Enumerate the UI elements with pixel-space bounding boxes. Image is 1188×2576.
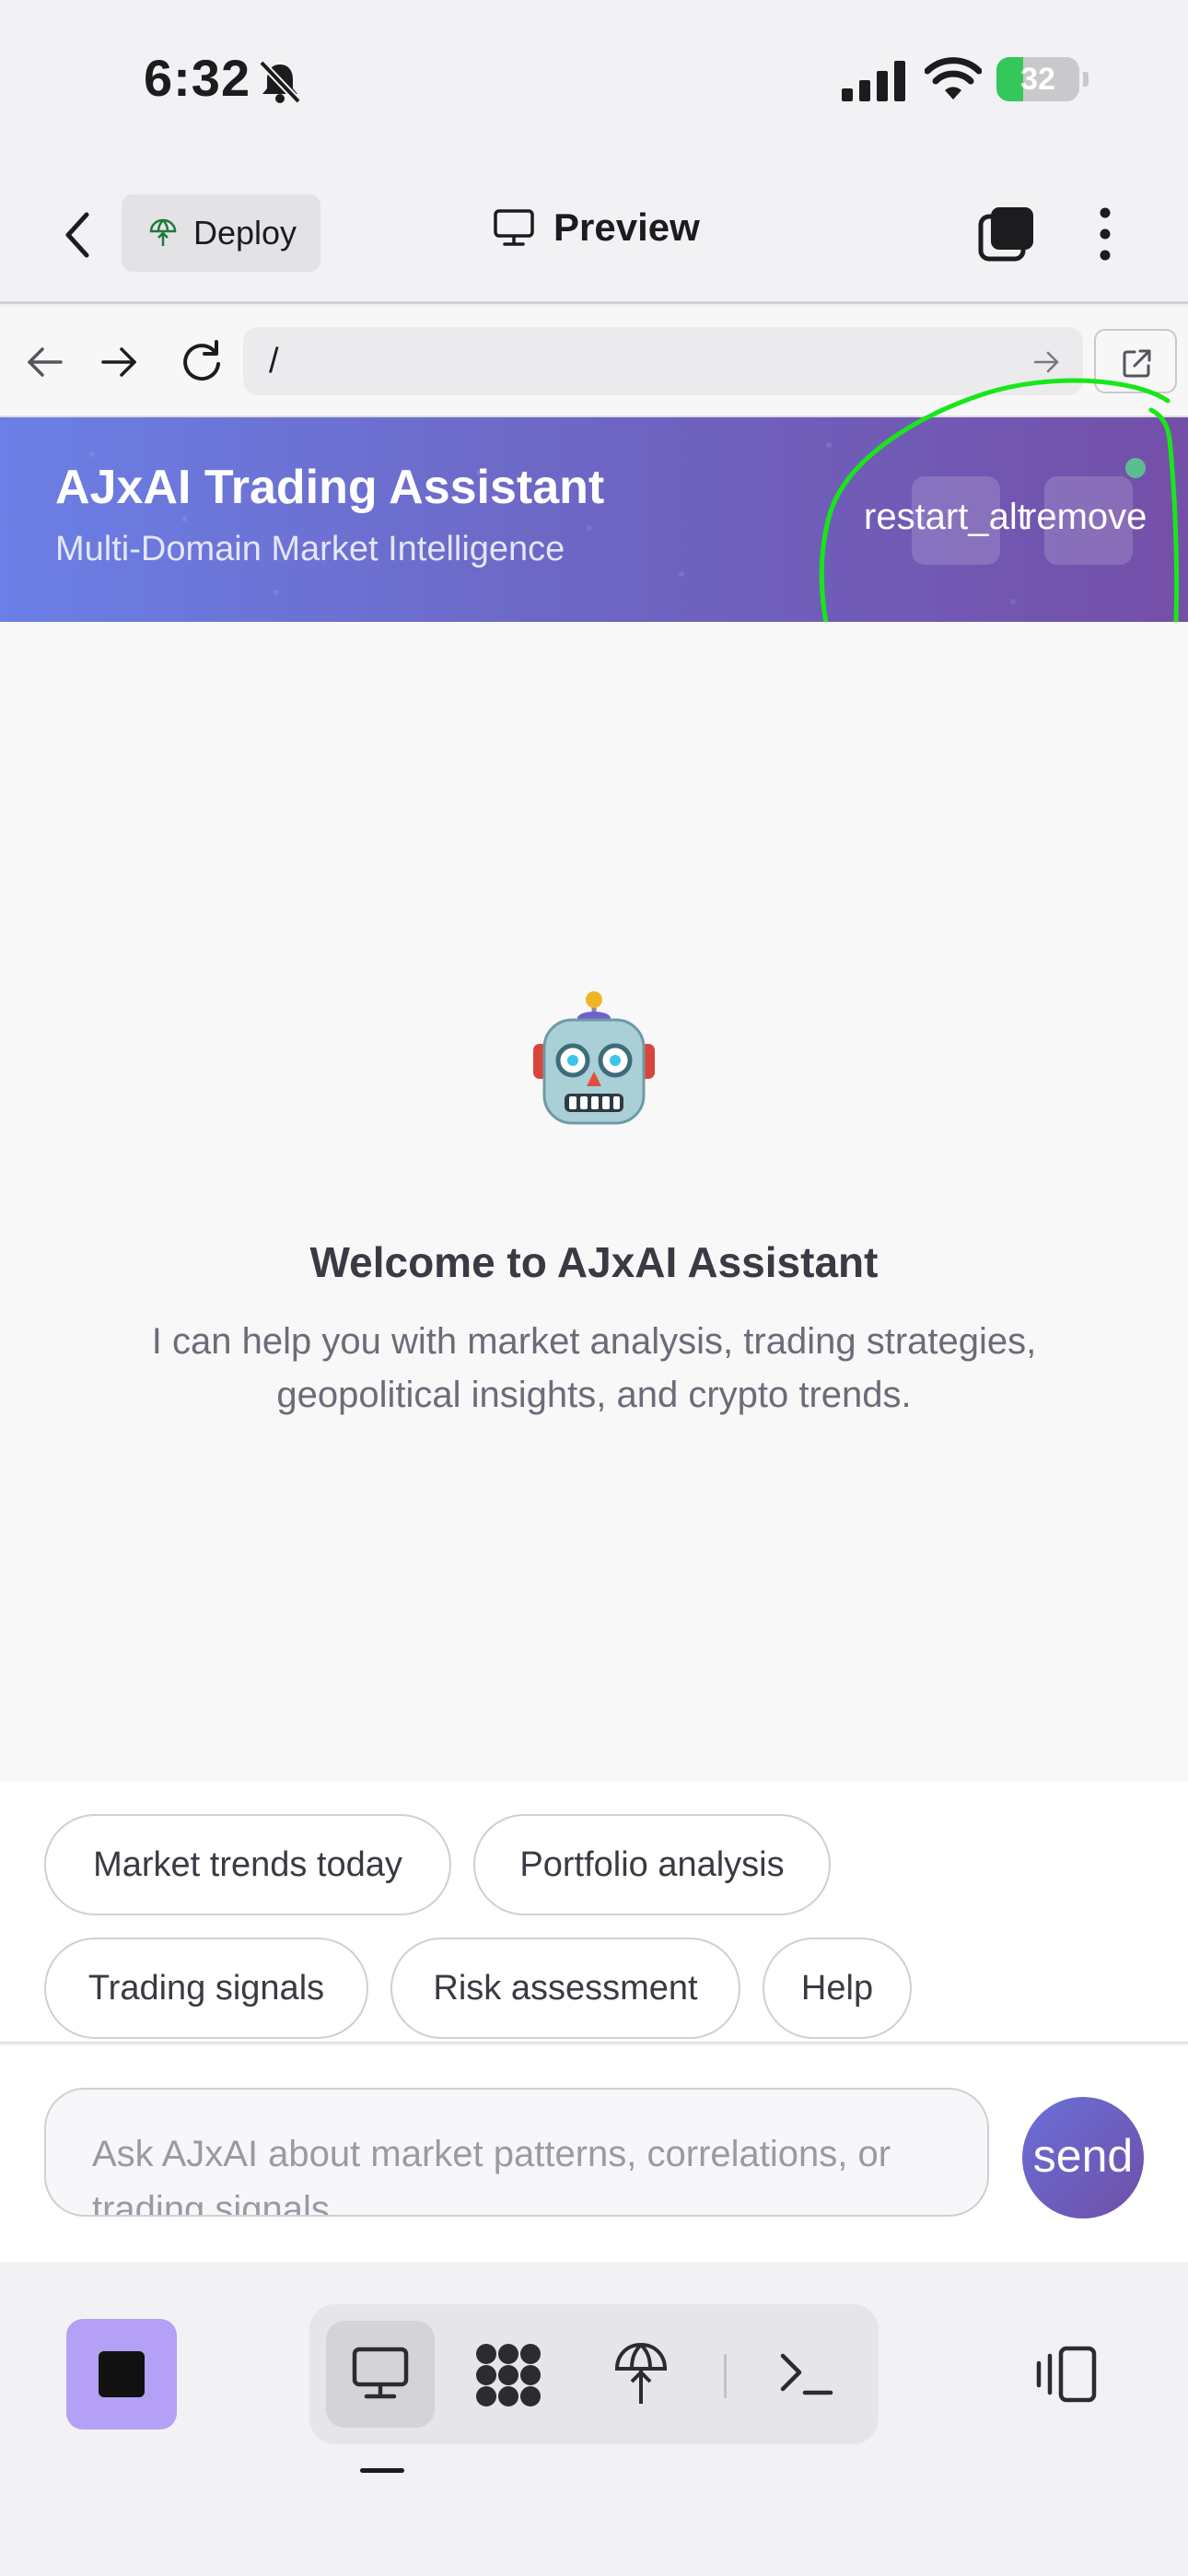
battery-cap — [1083, 72, 1089, 87]
bell-muted-icon — [259, 60, 301, 104]
workflow-tool-icon[interactable] — [473, 2341, 543, 2409]
chip-market-trends[interactable]: Market trends today — [44, 1814, 451, 1915]
cellular-signal-icon — [842, 61, 905, 101]
restart-icon-label: restart_alt — [864, 497, 1028, 537]
tabs-icon[interactable] — [978, 205, 1035, 263]
battery-indicator: 32 — [996, 57, 1079, 101]
welcome-description: I can help you with market analysis, tra… — [151, 1321, 1037, 1415]
chip-portfolio-analysis[interactable]: Portfolio analysis — [473, 1814, 831, 1915]
online-status-dot — [1125, 458, 1146, 478]
monitor-tool-icon — [352, 2347, 409, 2399]
stop-button[interactable] — [66, 2319, 177, 2430]
browser-back-icon[interactable] — [24, 342, 64, 382]
header-title: AJxAI Trading Assistant — [55, 461, 605, 514]
browser-forward-icon[interactable] — [99, 342, 140, 382]
welcome-title: Welcome to AJxAI Assistant — [309, 1238, 879, 1286]
tool-divider — [724, 2354, 727, 2398]
tool-switcher — [309, 2304, 879, 2444]
remove-icon-label: remove — [1024, 497, 1147, 537]
wifi-icon — [925, 57, 982, 100]
chip-trading-signals[interactable]: Trading signals — [44, 1938, 368, 2039]
url-go-arrow-icon[interactable] — [1033, 349, 1061, 375]
app-header: AJxAI Trading Assistant Multi-Domain Mar… — [0, 417, 1188, 622]
status-time: 6:32 — [144, 49, 251, 107]
send-button[interactable]: send — [1022, 2097, 1144, 2219]
deploy-tool-icon[interactable] — [613, 2341, 669, 2407]
deploy-globe-icon — [149, 218, 177, 246]
monitor-icon — [494, 209, 534, 246]
header-subtitle: Multi-Domain Market Intelligence — [55, 530, 565, 568]
preview-label: Preview — [553, 205, 700, 249]
open-external-button[interactable] — [1094, 329, 1177, 393]
preview-tool-button[interactable] — [326, 2321, 435, 2428]
reload-icon[interactable] — [179, 338, 225, 384]
app-bar: Deploy Preview — [0, 161, 1188, 304]
browser-bar: / — [0, 307, 1188, 417]
status-bar: 6:32 32 — [0, 0, 1188, 161]
suggestion-chips: Market trends today Portfolio analysis T… — [0, 1781, 1188, 2043]
active-tool-indicator — [360, 2468, 404, 2473]
chat-input[interactable]: Ask AJxAI about market patterns, correla… — [44, 2088, 989, 2217]
deploy-button[interactable]: Deploy — [122, 194, 320, 272]
more-vertical-icon[interactable] — [1089, 205, 1122, 263]
stop-icon — [99, 2351, 145, 2397]
chat-area: Welcome to AJxAI Assistant I can help yo… — [0, 622, 1188, 1781]
external-link-icon — [1123, 349, 1151, 378]
chat-input-area: Ask AJxAI about market patterns, correla… — [0, 2045, 1188, 2262]
robot-icon — [533, 991, 655, 1125]
preview-title: Preview — [493, 205, 700, 250]
chip-help[interactable]: Help — [763, 1938, 912, 2039]
panel-toggle-icon[interactable] — [1033, 2345, 1098, 2404]
url-bar[interactable]: / — [243, 327, 1083, 395]
deploy-label: Deploy — [193, 214, 297, 252]
chip-risk-assessment[interactable]: Risk assessment — [390, 1938, 740, 2039]
url-text: / — [269, 342, 279, 381]
terminal-tool-icon[interactable] — [777, 2347, 834, 2402]
battery-level-text: 32 — [1020, 62, 1055, 97]
back-chevron-icon[interactable] — [55, 207, 101, 263]
bottom-toolbar — [0, 2262, 1188, 2576]
